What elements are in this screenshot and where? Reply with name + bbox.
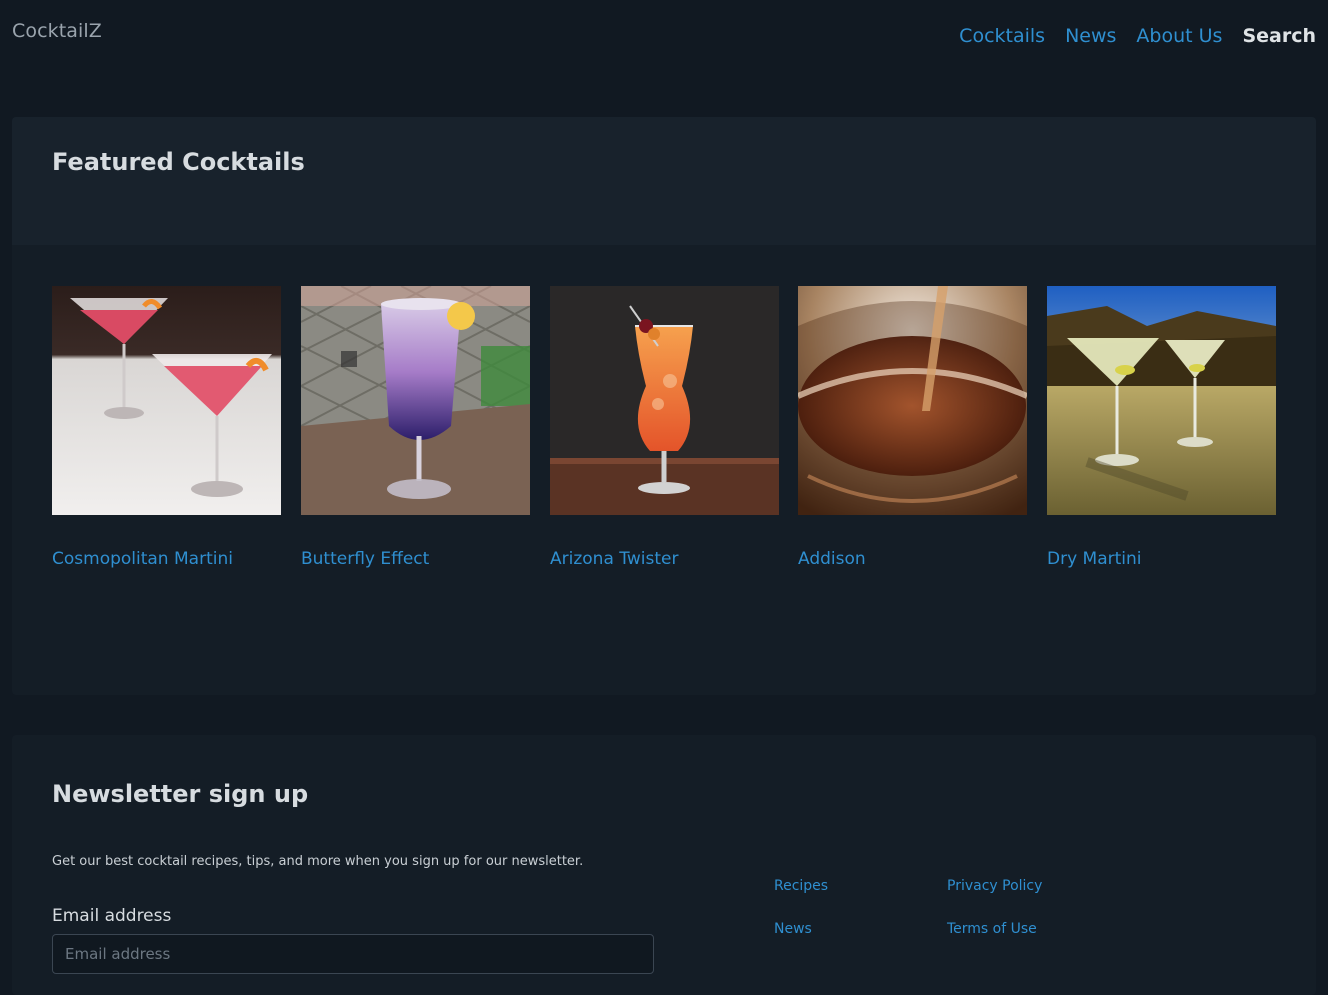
footer-link-recipes[interactable]: Recipes: [774, 878, 828, 894]
cocktail-card[interactable]: Butterfly Effect: [301, 286, 530, 569]
cocktail-card[interactable]: Cosmopolitan Martini: [52, 286, 281, 569]
cosmopolitan-photo-icon: [52, 286, 281, 515]
main-nav: Cocktails News About Us Search: [939, 25, 1316, 47]
cocktail-image[interactable]: [301, 286, 530, 515]
top-navigation-bar: CocktailZ Cocktails News About Us Search: [0, 0, 1328, 76]
featured-title: Featured Cocktails: [52, 148, 305, 176]
cocktail-card[interactable]: Dry Martini: [1047, 286, 1276, 569]
cocktail-name-link[interactable]: Arizona Twister: [550, 549, 678, 569]
featured-header: Featured Cocktails: [12, 117, 1316, 245]
cocktail-image[interactable]: [550, 286, 779, 515]
cocktail-card[interactable]: Addison: [798, 286, 1027, 569]
newsletter-description: Get our best cocktail recipes, tips, and…: [52, 854, 584, 869]
cocktail-image[interactable]: [52, 286, 281, 515]
footer-link-terms-of-use[interactable]: Terms of Use: [947, 921, 1037, 937]
dry-martini-photo-icon: [1047, 286, 1276, 515]
cocktail-name-link[interactable]: Cosmopolitan Martini: [52, 549, 233, 569]
addison-photo-icon: [798, 286, 1027, 515]
email-input[interactable]: [52, 934, 654, 974]
brand-logo-text[interactable]: CocktailZ: [12, 20, 102, 42]
cocktail-name-link[interactable]: Dry Martini: [1047, 549, 1142, 569]
nav-cocktails-link[interactable]: Cocktails: [959, 25, 1045, 47]
nav-news-link[interactable]: News: [1065, 25, 1116, 47]
cocktail-image[interactable]: [1047, 286, 1276, 515]
featured-cocktails-section: Featured Cocktails Cosmopolitan Martini …: [12, 117, 1316, 695]
cocktail-card[interactable]: Arizona Twister: [550, 286, 779, 569]
nav-about-link[interactable]: About Us: [1136, 25, 1222, 47]
cocktail-name-link[interactable]: Butterfly Effect: [301, 549, 429, 569]
newsletter-title: Newsletter sign up: [52, 780, 309, 808]
cocktail-image[interactable]: [798, 286, 1027, 515]
email-label: Email address: [52, 906, 172, 926]
cocktail-name-link[interactable]: Addison: [798, 549, 866, 569]
nav-search-link[interactable]: Search: [1242, 25, 1316, 47]
newsletter-section: Newsletter sign up Get our best cocktail…: [12, 735, 1316, 995]
footer-link-privacy-policy[interactable]: Privacy Policy: [947, 878, 1042, 894]
footer-link-news[interactable]: News: [774, 921, 812, 937]
arizona-twister-photo-icon: [550, 286, 779, 515]
butterfly-effect-photo-icon: [301, 286, 530, 515]
